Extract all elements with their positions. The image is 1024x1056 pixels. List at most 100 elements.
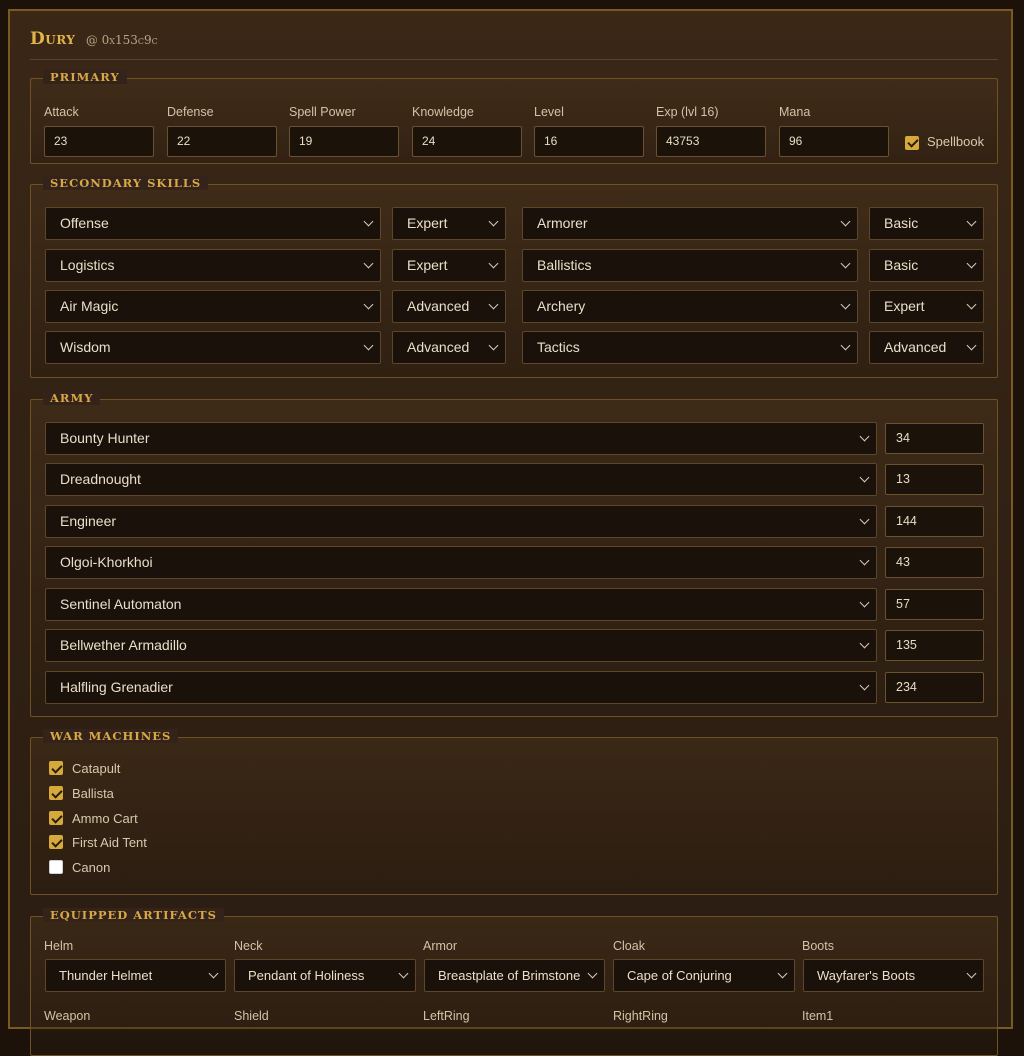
chevron-down-icon xyxy=(208,968,219,979)
ballista-checkbox[interactable] xyxy=(49,786,63,800)
skill-level-select[interactable]: Advanced xyxy=(869,331,984,364)
war-machine-ballista[interactable]: Ballista xyxy=(49,785,114,803)
unit-value: Bounty Hunter xyxy=(60,430,150,446)
defense-input[interactable]: 22 xyxy=(167,126,277,157)
stat-spell-power: Spell Power 19 xyxy=(289,105,399,157)
skill-level-value: Expert xyxy=(407,257,448,273)
unit-value: Engineer xyxy=(60,513,117,529)
stat-label: Mana xyxy=(779,105,811,119)
skill-select[interactable]: Air Magic xyxy=(45,290,381,323)
war-machine-label: Canon xyxy=(72,860,111,875)
unit-count-input[interactable]: 34 xyxy=(885,423,984,454)
experience-input[interactable]: 43753 xyxy=(656,126,766,157)
chevron-down-icon xyxy=(859,514,870,525)
war-machine-label: Catapult xyxy=(72,761,121,776)
skill-level-select[interactable]: Basic xyxy=(869,249,984,282)
skill-level-select[interactable]: Expert xyxy=(869,290,984,323)
knowledge-input[interactable]: 24 xyxy=(412,126,522,157)
unit-select[interactable]: Sentinel Automaton xyxy=(45,588,877,621)
unit-count-input[interactable]: 57 xyxy=(885,589,984,620)
skill-select[interactable]: Armorer xyxy=(522,207,858,240)
hero-editor-panel: Dury @ 0x153c9c PRIMARY Attack 23 Defens… xyxy=(8,9,1013,1056)
chevron-down-icon xyxy=(363,299,374,310)
stat-label: Attack xyxy=(44,105,79,119)
unit-value: Bellwether Armadillo xyxy=(60,637,187,653)
skill-level-value: Expert xyxy=(407,215,448,231)
skill-value: Offense xyxy=(60,215,109,231)
war-machine-ammo-cart[interactable]: Ammo Cart xyxy=(49,810,138,828)
artifact-value: Thunder Helmet xyxy=(59,968,153,983)
artifact-slot-label: Neck xyxy=(234,939,263,953)
boots-select[interactable]: Wayfarer's Boots xyxy=(803,959,984,992)
war-machine-canon[interactable]: Canon xyxy=(49,859,110,877)
war-machine-first-aid-tent[interactable]: First Aid Tent xyxy=(49,834,147,852)
unit-count-input[interactable]: 144 xyxy=(885,506,984,537)
level-input[interactable]: 16 xyxy=(534,126,644,157)
chevron-down-icon xyxy=(840,299,851,310)
stat-label: Level xyxy=(534,105,564,119)
armor-select[interactable]: Breastplate of Brimstone xyxy=(424,959,605,992)
chevron-down-icon xyxy=(859,597,870,608)
chevron-down-icon xyxy=(859,680,870,691)
spellbook-toggle[interactable]: Spellbook xyxy=(905,134,984,150)
chevron-down-icon xyxy=(859,431,870,442)
unit-count-input[interactable]: 13 xyxy=(885,464,984,495)
skill-level-select[interactable]: Expert xyxy=(392,249,506,282)
skill-level-select[interactable]: Advanced xyxy=(392,290,506,323)
spell-power-input[interactable]: 19 xyxy=(289,126,399,157)
skill-select[interactable]: Wisdom xyxy=(45,331,381,364)
army-section: ARMY Bounty Hunter 34 Dreadnought 13 Eng… xyxy=(30,391,998,717)
skill-select[interactable]: Archery xyxy=(522,290,858,323)
canon-checkbox[interactable] xyxy=(49,860,63,874)
skill-select[interactable]: Offense xyxy=(45,207,381,240)
artifact-value: Breastplate of Brimstone xyxy=(438,968,581,983)
unit-select[interactable]: Engineer xyxy=(45,505,877,538)
stat-knowledge: Knowledge 24 xyxy=(412,105,522,157)
chevron-down-icon xyxy=(966,216,977,227)
chevron-down-icon xyxy=(363,340,374,351)
chevron-down-icon xyxy=(859,555,870,566)
chevron-down-icon xyxy=(966,968,977,979)
chevron-down-icon xyxy=(966,299,977,310)
attack-input[interactable]: 23 xyxy=(44,126,154,157)
chevron-down-icon xyxy=(488,299,499,310)
skill-value: Armorer xyxy=(537,215,588,231)
unit-count-input[interactable]: 234 xyxy=(885,672,984,703)
skill-value: Logistics xyxy=(60,257,115,273)
artifact-slot-label: Armor xyxy=(423,939,458,953)
unit-select[interactable]: Dreadnought xyxy=(45,463,877,496)
unit-count-input[interactable]: 135 xyxy=(885,630,984,661)
artifact-slot-label: Helm xyxy=(44,939,74,953)
first-aid-tent-checkbox[interactable] xyxy=(49,835,63,849)
unit-count-input[interactable]: 43 xyxy=(885,547,984,578)
unit-value: Halfling Grenadier xyxy=(60,679,173,695)
primary-section: PRIMARY Attack 23 Defense 22 Spell Power… xyxy=(30,70,998,164)
spellbook-checkbox[interactable] xyxy=(905,135,919,150)
equipped-artifacts-section: EQUIPPED ARTIFACTS Helm Thunder Helmet N… xyxy=(30,908,998,1056)
skill-select[interactable]: Logistics xyxy=(45,249,381,282)
skill-level-select[interactable]: Advanced xyxy=(392,331,506,364)
artifact-slot-label: LeftRing xyxy=(423,1009,470,1023)
war-machine-catapult[interactable]: Catapult xyxy=(49,760,120,778)
mana-input[interactable]: 96 xyxy=(779,126,889,157)
war-machine-label: Ammo Cart xyxy=(72,811,138,826)
ammo-cart-checkbox[interactable] xyxy=(49,811,63,825)
unit-select[interactable]: Olgoi-Khorkhoi xyxy=(45,546,877,579)
catapult-checkbox[interactable] xyxy=(49,761,63,775)
unit-select[interactable]: Halfling Grenadier xyxy=(45,671,877,704)
skill-level-select[interactable]: Expert xyxy=(392,207,506,240)
skill-level-value: Basic xyxy=(884,257,919,273)
skill-level-select[interactable]: Basic xyxy=(869,207,984,240)
artifact-value: Pendant of Holiness xyxy=(248,968,365,983)
skill-select[interactable]: Tactics xyxy=(522,331,858,364)
stat-label: Knowledge xyxy=(412,105,474,119)
chevron-down-icon xyxy=(587,968,598,979)
cloak-select[interactable]: Cape of Conjuring xyxy=(613,959,795,992)
neck-select[interactable]: Pendant of Holiness xyxy=(234,959,416,992)
helm-select[interactable]: Thunder Helmet xyxy=(45,959,226,992)
skill-select[interactable]: Ballistics xyxy=(522,249,858,282)
unit-select[interactable]: Bellwether Armadillo xyxy=(45,629,877,662)
secondary-skills-legend: SECONDARY SKILLS xyxy=(43,176,209,190)
unit-select[interactable]: Bounty Hunter xyxy=(45,422,877,455)
stat-level: Level 16 xyxy=(534,105,644,157)
